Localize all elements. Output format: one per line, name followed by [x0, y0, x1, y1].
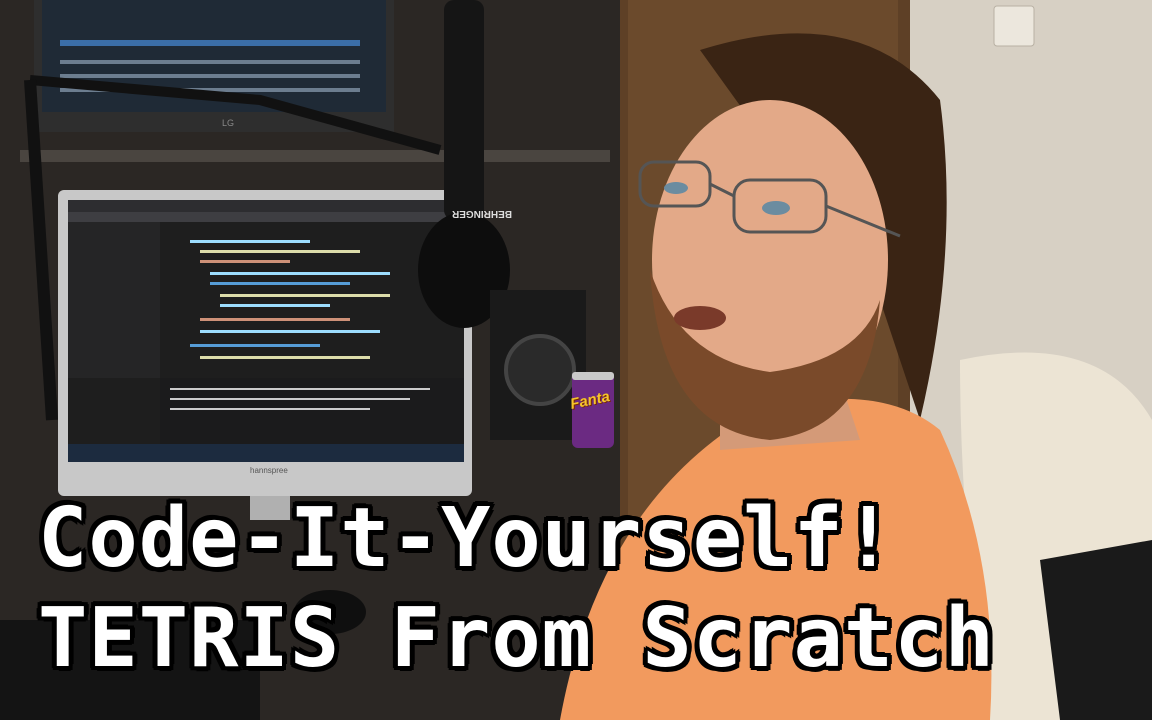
ide-solution-explorer	[68, 222, 160, 378]
shelf-board	[20, 150, 610, 162]
mic-brand: BEHRINGER	[452, 208, 513, 219]
ide-output-panel	[160, 378, 464, 444]
taskbar	[68, 444, 464, 462]
top-monitor-brand: LG	[222, 118, 235, 128]
thumbnail-title-line-1: Code-It-Yourself!	[38, 491, 895, 586]
light-switch	[993, 5, 1035, 47]
microphone	[444, 0, 484, 220]
monitor-brand: hannspree	[250, 466, 288, 475]
thumbnail-title-line-2: TETRIS From Scratch	[38, 591, 995, 686]
video-thumbnail: LG hannspree BEHRINGER Fanta Code-It-You…	[0, 0, 1152, 720]
ide-toolbar	[68, 212, 464, 222]
ide-menubar	[68, 200, 464, 212]
